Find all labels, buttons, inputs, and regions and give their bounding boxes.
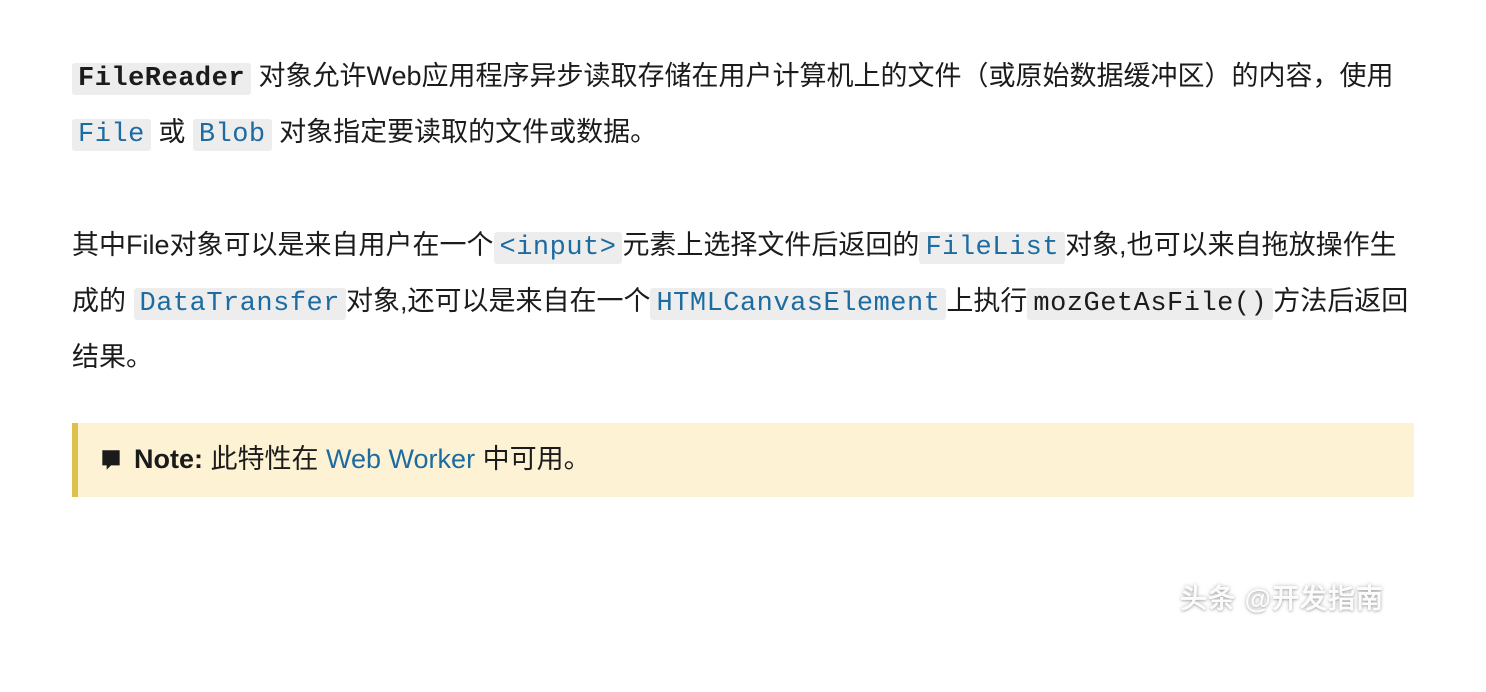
note-label: Note:: [134, 444, 203, 474]
note-text: Note: 此特性在 Web Worker 中可用。: [134, 441, 591, 479]
text-fragment: 其中File对象可以是来自用户在一个: [72, 230, 494, 260]
paragraph-intro: FileReader 对象允许Web应用程序异步读取存储在用户计算机上的文件（或…: [72, 50, 1414, 161]
link-htmlcanvaselement[interactable]: HTMLCanvasElement: [650, 288, 946, 320]
text-fragment: 元素上选择文件后返回的: [622, 230, 919, 260]
link-input-element[interactable]: <input>: [494, 232, 623, 264]
text-fragment: 对象指定要读取的文件或数据。: [272, 117, 658, 147]
code-mozgetasfile: mozGetAsFile(): [1027, 288, 1273, 320]
text-fragment: 中可用。: [475, 444, 591, 474]
watermark: 头条 @开发指南: [1180, 573, 1384, 626]
text-fragment: 对象允许Web应用程序异步读取存储在用户计算机上的文件（或原始数据缓冲区）的内容…: [251, 61, 1394, 91]
text-fragment: 上执行: [946, 286, 1027, 316]
note-icon: [98, 447, 124, 473]
note-callout: Note: 此特性在 Web Worker 中可用。: [72, 423, 1414, 497]
link-web-worker[interactable]: Web Worker: [326, 444, 475, 474]
text-fragment: 对象,还可以是来自在一个: [346, 286, 651, 316]
paragraph-detail: 其中File对象可以是来自用户在一个<input>元素上选择文件后返回的File…: [72, 219, 1414, 383]
code-filereader: FileReader: [72, 63, 251, 95]
link-datatransfer[interactable]: DataTransfer: [134, 288, 346, 320]
link-filelist[interactable]: FileList: [919, 232, 1065, 264]
link-file[interactable]: File: [72, 119, 151, 151]
link-blob[interactable]: Blob: [193, 119, 272, 151]
text-fragment: 此特性在: [203, 444, 326, 474]
text-fragment: 或: [151, 117, 193, 147]
